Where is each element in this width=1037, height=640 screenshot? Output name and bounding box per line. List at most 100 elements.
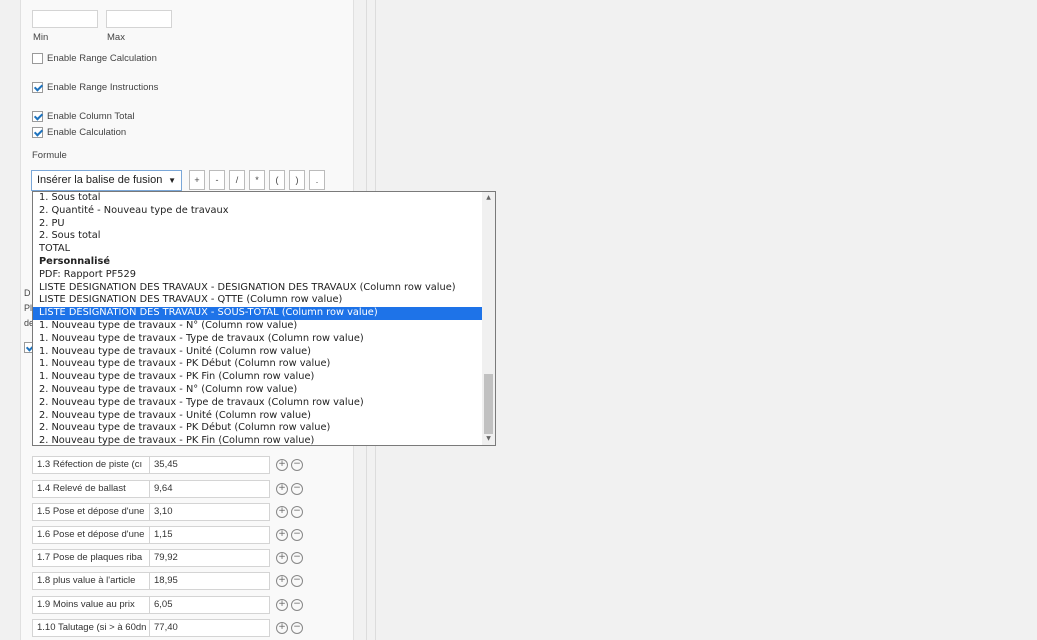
row-value-input[interactable]: 6,05 [150,596,270,614]
dropdown-option[interactable]: 2. Nouveau type de travaux - PK Fin (Col… [33,435,482,445]
dropdown-option[interactable]: 1. Nouveau type de travaux - Unité (Colu… [33,346,482,359]
row-label-input[interactable]: 1.10 Talutage (si > à 60dn [32,619,150,637]
dropdown-scrollbar[interactable]: ▲ ▼ [482,192,495,445]
enable-column-total-checkbox[interactable] [32,111,43,122]
enable-range-calculation-checkbox[interactable] [32,53,43,64]
enable-calculation-checkbox[interactable] [32,127,43,138]
row-value-input[interactable]: 9,64 [150,480,270,498]
row-value-input[interactable]: 1,15 [150,526,270,544]
row-value-input[interactable]: 18,95 [150,572,270,590]
range-min-input[interactable] [32,10,98,28]
dropdown-option[interactable]: 1. Nouveau type de travaux - PK Début (C… [33,358,482,371]
dropdown-option[interactable]: 1. Nouveau type de travaux - PK Fin (Col… [33,371,482,384]
remove-row-icon[interactable]: − [291,622,303,634]
range-max-input[interactable] [106,10,172,28]
merge-tag-dropdown-list[interactable]: 1. Sous total 2. Quantité - Nouveau type … [32,191,496,446]
obscured-text-fragment: D [24,288,31,298]
dropdown-group-header: Personnalisé [39,255,110,267]
add-row-icon[interactable]: + [276,506,288,518]
dropdown-option[interactable]: 2. PU [33,218,482,231]
enable-calculation-label: Enable Calculation [47,127,127,138]
row-label-input[interactable]: 1.4 Relevé de ballast [32,480,150,498]
table-row: 1.9 Moins value au prix 6,05 + − [32,596,303,614]
dropdown-option[interactable]: 2. Sous total [33,230,482,243]
enable-column-total-label: Enable Column Total [47,111,135,122]
operator-open-paren-button[interactable]: ( [269,170,285,190]
row-label-input[interactable]: 1.6 Pose et dépose d'une [32,526,150,544]
scroll-up-icon[interactable]: ▲ [482,192,495,204]
enable-range-instructions-label: Enable Range Instructions [47,82,159,93]
range-max-label: Max [107,32,125,43]
row-actions: + − [276,599,303,611]
scrollbar-thumb[interactable] [484,374,493,434]
dropdown-option[interactable]: 2. Quantité - Nouveau type de travaux [33,205,482,218]
add-row-icon[interactable]: + [276,483,288,495]
remove-row-icon[interactable]: − [291,529,303,541]
dropdown-option[interactable]: 1. Sous total [33,192,482,205]
dropdown-option[interactable]: 1. Nouveau type de travaux - N° (Column … [33,320,482,333]
enable-range-instructions-checkbox[interactable] [32,82,43,93]
remove-row-icon[interactable]: − [291,575,303,587]
remove-row-icon[interactable]: − [291,483,303,495]
remove-row-icon[interactable]: − [291,506,303,518]
merge-tag-select[interactable]: Insérer la balise de fusion ▼ [31,170,182,191]
dropdown-option[interactable]: TOTAL [33,243,482,256]
dropdown-option[interactable]: LISTE DÉSIGNATION DES TRAVAUX - SOUS-TOT… [33,307,482,320]
enable-calculation-row[interactable]: Enable Calculation [32,127,126,138]
chevron-down-icon: ▼ [168,176,176,185]
dropdown-option[interactable]: 2. Nouveau type de travaux - N° (Column … [33,384,482,397]
operator-plus-button[interactable]: + [189,170,205,190]
table-row: 1.5 Pose et dépose d'une 3,10 + − [32,503,303,521]
enable-range-calculation-label: Enable Range Calculation [47,53,157,64]
add-row-icon[interactable]: + [276,622,288,634]
row-label-input[interactable]: 1.3 Réfection de piste (cı [32,456,150,474]
formule-label: Formule [32,150,67,161]
dropdown-options: 1. Sous total 2. Quantité - Nouveau type … [33,192,482,445]
operator-divide-button[interactable]: / [229,170,245,190]
row-actions: + − [276,459,303,471]
remove-row-icon[interactable]: − [291,552,303,564]
table-row: 1.8 plus value à l'article 18,95 + − [32,572,303,590]
add-row-icon[interactable]: + [276,599,288,611]
merge-tag-select-value: Insérer la balise de fusion [37,174,163,186]
add-row-icon[interactable]: + [276,459,288,471]
table-row: 1.6 Pose et dépose d'une 1,15 + − [32,526,303,544]
remove-row-icon[interactable]: − [291,459,303,471]
operator-multiply-button[interactable]: * [249,170,265,190]
add-row-icon[interactable]: + [276,575,288,587]
row-label-input[interactable]: 1.7 Pose de plaques riba [32,549,150,567]
dropdown-option[interactable]: 2. Nouveau type de travaux - PK Début (C… [33,422,482,435]
row-actions: + − [276,483,303,495]
row-label-input[interactable]: 1.5 Pose et dépose d'une [32,503,150,521]
operator-close-paren-button[interactable]: ) [289,170,305,190]
row-actions: + − [276,506,303,518]
dropdown-option[interactable]: 2. Nouveau type de travaux - Unité (Colu… [33,410,482,423]
row-value-input[interactable]: 79,92 [150,549,270,567]
obscured-text-fragment: Pl [24,303,33,313]
table-row: 1.3 Réfection de piste (cı 35,45 + − [32,456,303,474]
row-label-input[interactable]: 1.8 plus value à l'article [32,572,150,590]
dropdown-option[interactable]: 2. Nouveau type de travaux - Type de tra… [33,397,482,410]
remove-row-icon[interactable]: − [291,599,303,611]
row-actions: + − [276,529,303,541]
add-row-icon[interactable]: + [276,552,288,564]
table-row: 1.7 Pose de plaques riba 79,92 + − [32,549,303,567]
row-value-input[interactable]: 77,40 [150,619,270,637]
dropdown-option[interactable]: LISTE DÉSIGNATION DES TRAVAUX - DÉSIGNAT… [33,282,482,295]
scroll-down-icon[interactable]: ▼ [482,433,495,445]
add-row-icon[interactable]: + [276,529,288,541]
dropdown-option[interactable]: PDF: Rapport PF529 [33,269,482,282]
row-value-input[interactable]: 35,45 [150,456,270,474]
row-actions: + − [276,552,303,564]
row-actions: + − [276,575,303,587]
operator-dot-button[interactable]: . [309,170,325,190]
row-value-input[interactable]: 3,10 [150,503,270,521]
enable-range-instructions-row[interactable]: Enable Range Instructions [32,82,158,93]
row-label-input[interactable]: 1.9 Moins value au prix [32,596,150,614]
enable-column-total-row[interactable]: Enable Column Total [32,111,135,122]
dropdown-option[interactable]: LISTE DÉSIGNATION DES TRAVAUX - QTTE (Co… [33,294,482,307]
operator-minus-button[interactable]: - [209,170,225,190]
operator-buttons: + - / * ( ) . [189,170,325,190]
dropdown-option[interactable]: 1. Nouveau type de travaux - Type de tra… [33,333,482,346]
enable-range-calculation-row[interactable]: Enable Range Calculation [32,53,157,64]
